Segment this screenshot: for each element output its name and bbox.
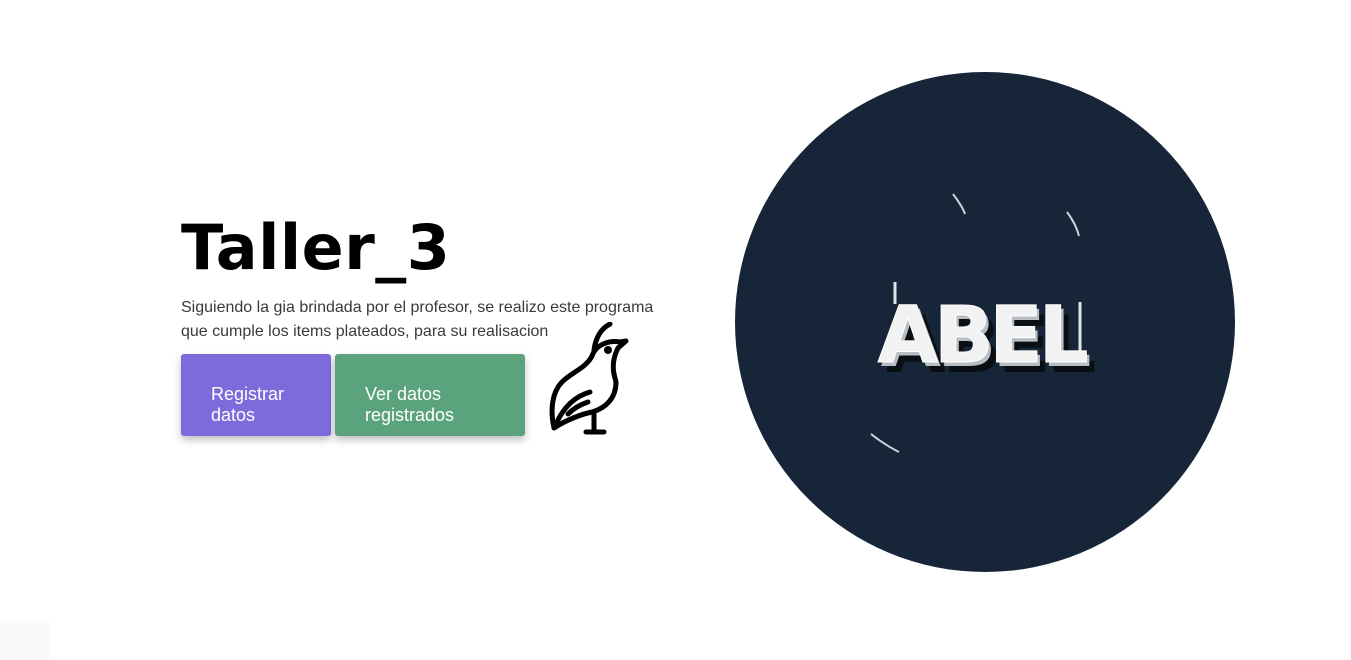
- view-data-button-label: Ver datos registrados: [365, 384, 455, 425]
- register-data-button[interactable]: Registrar datos: [181, 354, 331, 436]
- corner-decoration: [0, 620, 50, 660]
- quail-bird-icon: [546, 321, 632, 438]
- avatar-logo-text: ABEL: [878, 291, 1087, 381]
- glitch-streak: [870, 433, 900, 453]
- view-data-button[interactable]: Ver datos registrados: [335, 354, 525, 436]
- glitch-streak: [952, 193, 966, 215]
- page-title: Taller_3: [181, 211, 451, 284]
- register-data-button-label: Registrar datos: [211, 384, 285, 425]
- avatar-circle: ABEL ABEL ABEL: [735, 72, 1235, 572]
- action-buttons: Registrar datos Ver datos registrados: [181, 354, 525, 436]
- page: Taller_3 Siguiendo la gia brindada por e…: [0, 0, 1351, 660]
- glitch-streak: [1066, 211, 1080, 237]
